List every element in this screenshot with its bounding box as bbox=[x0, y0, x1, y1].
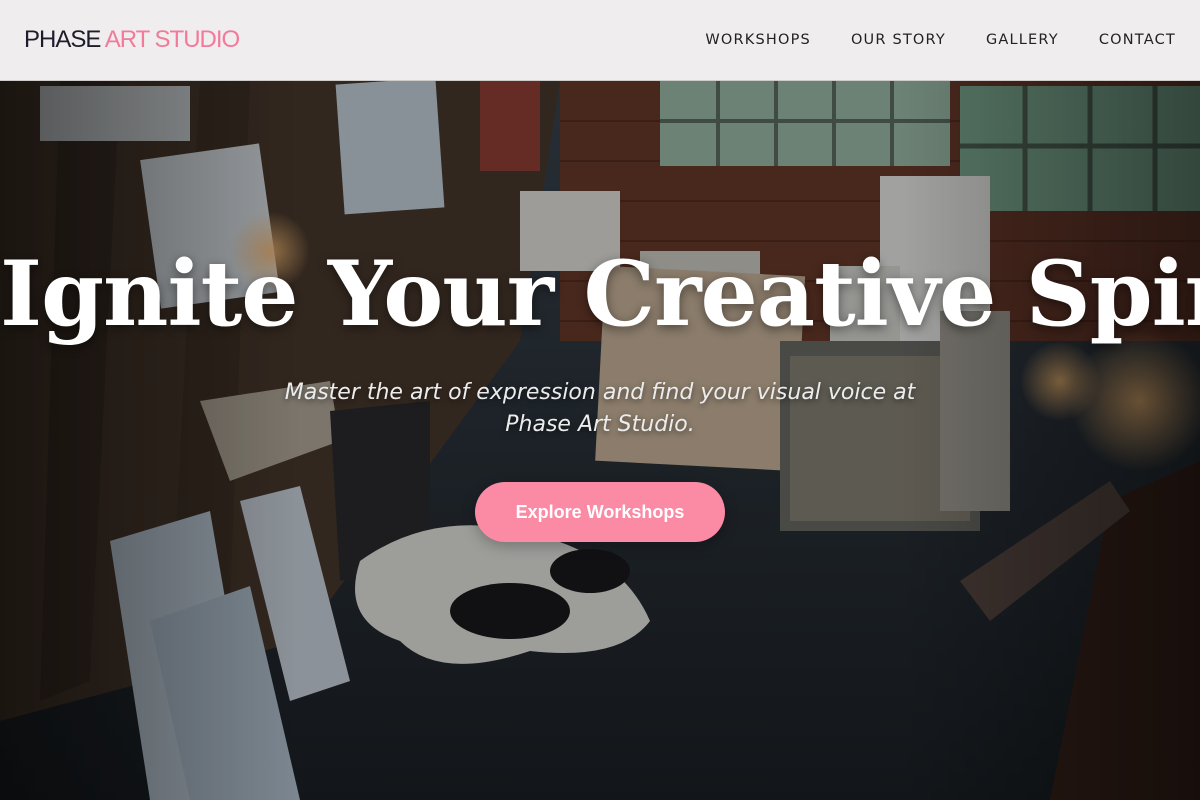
logo-text-primary: PHASE bbox=[24, 26, 101, 53]
explore-workshops-button[interactable]: Explore Workshops bbox=[475, 482, 725, 542]
hero-subtitle: Master the art of expression and find yo… bbox=[284, 380, 916, 437]
nav-link-workshops[interactable]: WORKSHOPS bbox=[705, 32, 811, 48]
nav-link-gallery[interactable]: GALLERY bbox=[986, 32, 1059, 48]
site-header: PHASE ART STUDIO WORKSHOPS OUR STORY GAL… bbox=[0, 0, 1200, 81]
hero-title: Ignite Your Creative Spirit bbox=[0, 241, 1200, 347]
site-logo[interactable]: PHASE ART STUDIO bbox=[24, 26, 240, 53]
hero-section: Ignite Your Creative Spirit Master the a… bbox=[0, 81, 1200, 800]
nav-link-our-story[interactable]: OUR STORY bbox=[851, 32, 946, 48]
main-nav: WORKSHOPS OUR STORY GALLERY CONTACT bbox=[705, 32, 1176, 48]
nav-link-contact[interactable]: CONTACT bbox=[1099, 32, 1176, 48]
logo-text-accent: ART STUDIO bbox=[104, 26, 240, 53]
